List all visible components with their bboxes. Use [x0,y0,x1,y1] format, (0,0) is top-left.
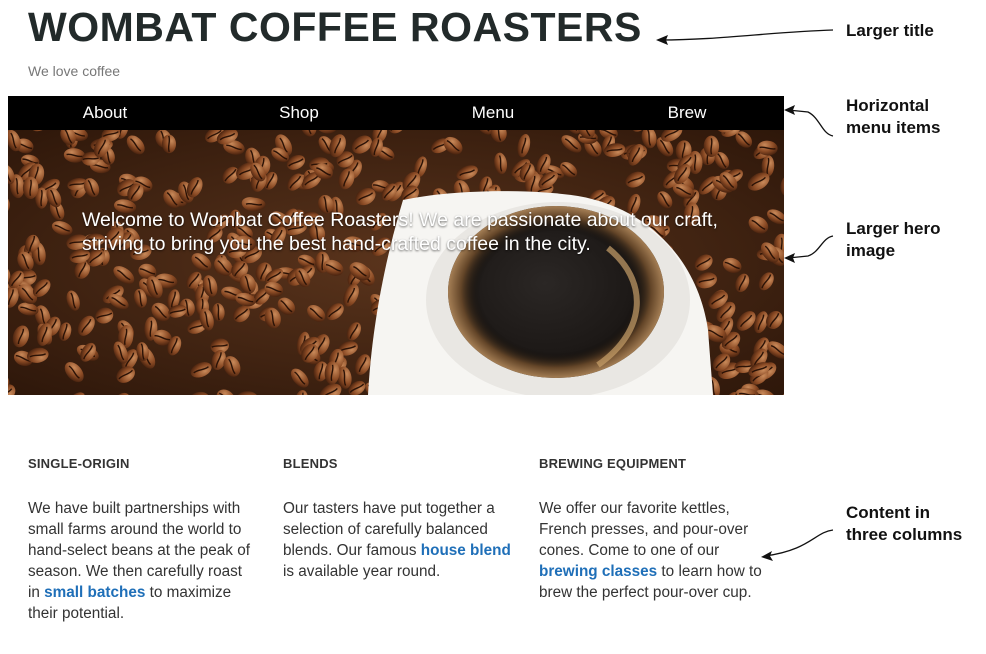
column-heading: BREWING EQUIPMENT [539,456,687,471]
annotation-larger-title: Larger title [846,21,934,40]
annotation-hero: Larger hero image [846,218,940,262]
column-text: Our tasters have put together a selectio… [283,498,513,582]
annotation-line: three columns [846,525,963,544]
column-text-part: We offer our favorite kettles, French pr… [539,500,749,559]
nav-item-shop[interactable]: Shop [202,96,396,130]
hero-welcome-text: Welcome to Wombat Coffee Roasters! We ar… [82,209,718,255]
coffee-beans-image [8,130,784,395]
tagline: We love coffee [28,63,121,79]
arrow-title [659,29,834,41]
annotation-line: Larger hero [846,219,941,238]
column-text: We offer our favorite kettles, French pr… [539,498,769,603]
column-single-origin: SINGLE-ORIGIN We have built partnerships… [28,456,258,622]
column-brewing-equipment: BREWING EQUIPMENT We offer our favorite … [539,456,769,601]
small-batches-link[interactable]: small batches [44,584,145,601]
brewing-classes-link[interactable]: brewing classes [539,563,657,580]
page-title: WOMBAT COFFEE ROASTERS [28,4,642,50]
hero-image: Welcome to Wombat Coffee Roasters! We ar… [8,130,784,395]
arrow-hero [787,235,834,259]
house-blend-link[interactable]: house blend [421,542,511,559]
arrow-content [764,529,834,557]
column-blends: BLENDS Our tasters have put together a s… [283,456,513,580]
nav-item-brew[interactable]: Brew [590,96,784,130]
annotation-line: Content in [846,503,931,522]
annotation-menu: Horizontal menu items [846,95,940,139]
column-heading: BLENDS [283,456,338,471]
annotation-line: image [846,241,896,260]
annotation-line: Horizontal [846,96,930,115]
nav-item-about[interactable]: About [8,96,202,130]
column-heading: SINGLE-ORIGIN [28,456,130,471]
annotation-content: Content in three columns [846,502,962,546]
column-text: We have built partnerships with small fa… [28,498,258,624]
arrow-menu [787,109,834,137]
main-nav: About Shop Menu Brew [8,96,784,130]
nav-item-menu[interactable]: Menu [396,96,590,130]
annotation-line: menu items [846,118,941,137]
column-text-part: is available year round. [283,563,441,580]
